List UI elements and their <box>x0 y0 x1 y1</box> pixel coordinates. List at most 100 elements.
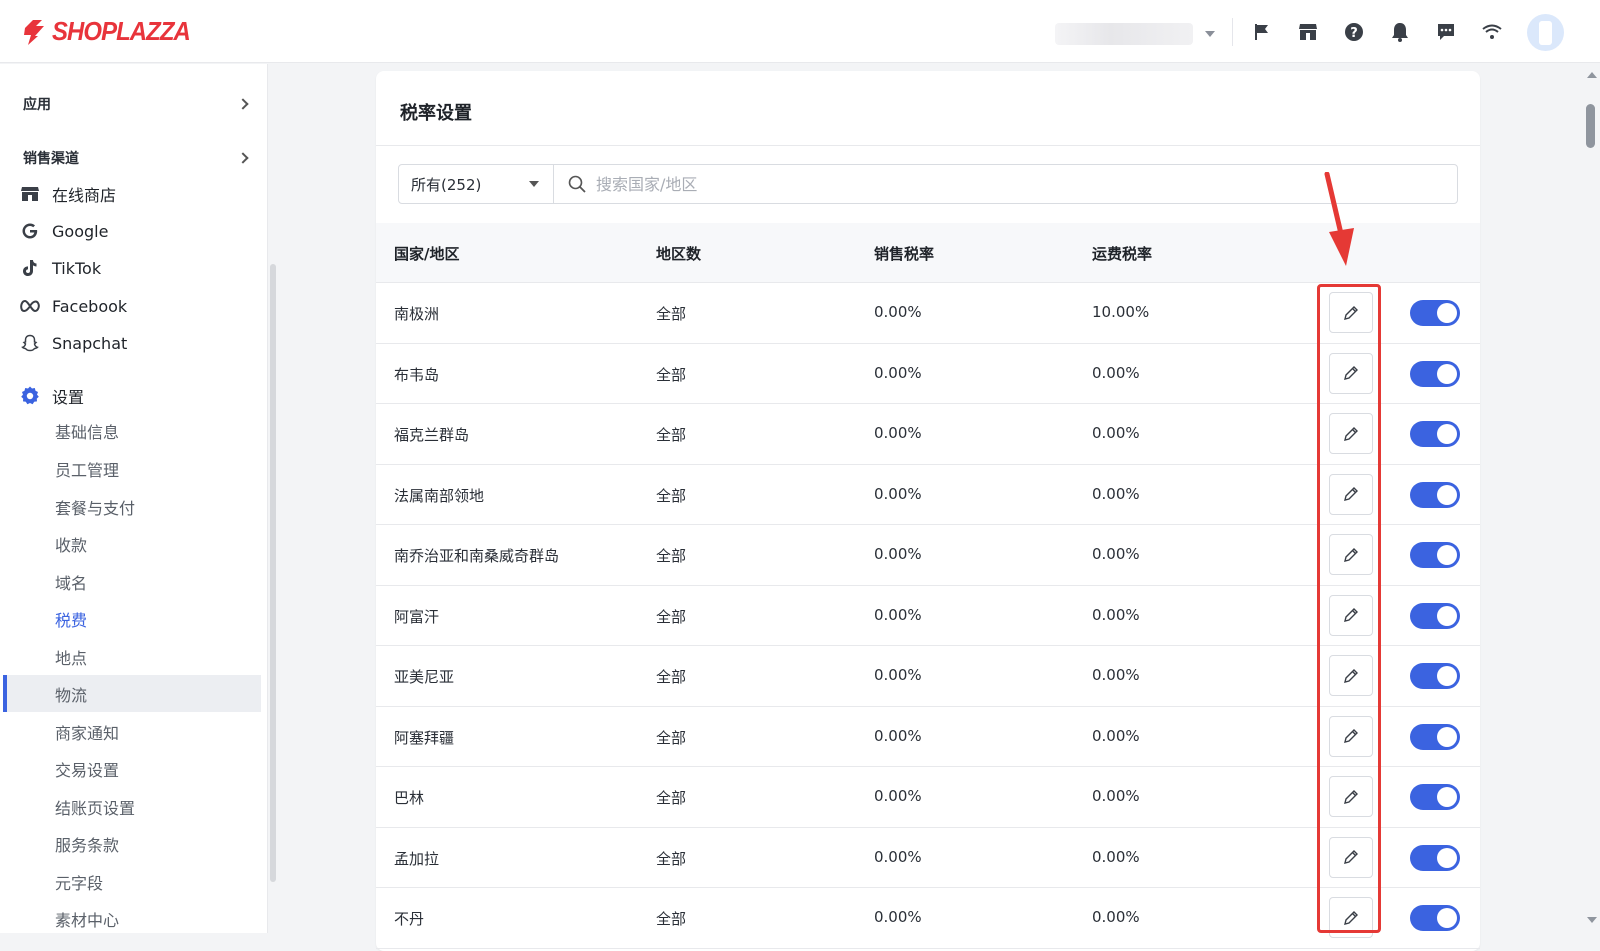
sidebar-item-tiktok[interactable]: TikTok <box>20 254 101 282</box>
cell-sales-tax: 0.00% <box>874 363 922 382</box>
cell-country: 阿富汗 <box>394 607 440 626</box>
cell-shipping-tax: 10.00% <box>1092 303 1150 321</box>
sidebar-section-sales-channels[interactable]: 销售渠道 <box>23 147 253 169</box>
sidebar-item-policies[interactable]: 服务条款 <box>55 834 119 858</box>
sidebar-section-apps[interactable]: 应用 <box>23 93 253 115</box>
logo-text: SHOPLAZZA <box>52 16 191 46</box>
message-icon[interactable] <box>1435 21 1457 43</box>
cell-country: 法属南部领地 <box>394 486 485 505</box>
cell-regions: 全部 <box>656 668 687 686</box>
enable-toggle[interactable] <box>1410 784 1460 810</box>
enable-toggle[interactable] <box>1410 300 1460 326</box>
enable-toggle[interactable] <box>1410 723 1460 750</box>
enable-toggle[interactable] <box>1410 844 1460 871</box>
sidebar: 应用 销售渠道 在线商店 Google TikTok Facebook Snap… <box>0 64 268 933</box>
shoplazza-logo[interactable]: SHOPLAZZA <box>22 16 202 47</box>
svg-text:?: ? <box>1350 26 1358 41</box>
cell-regions: 全部 <box>656 426 687 444</box>
bell-icon[interactable] <box>1389 21 1411 43</box>
cell-regions: 全部 <box>656 365 687 384</box>
sidebar-scrollbar[interactable] <box>270 264 276 882</box>
column-header-country: 国家/地区 <box>394 245 460 263</box>
sidebar-item-plan-billing[interactable]: 套餐与支付 <box>55 497 135 521</box>
cell-country: 阿塞拜疆 <box>394 728 455 747</box>
enable-toggle[interactable] <box>1410 542 1460 568</box>
enable-toggle[interactable] <box>1410 360 1460 387</box>
cell-country: 巴林 <box>394 789 425 807</box>
gear-icon <box>20 386 40 406</box>
sidebar-item-payments[interactable]: 收款 <box>55 534 87 558</box>
logo-mark-icon <box>24 19 44 45</box>
table-row: 法属南部领地 全部 0.00% 0.00% <box>376 465 1480 525</box>
store-switcher[interactable] <box>1055 22 1215 46</box>
cell-regions: 全部 <box>656 486 687 505</box>
chevron-right-icon <box>237 98 249 110</box>
country-filter-select[interactable]: 所有(252) <box>399 165 554 203</box>
enable-toggle[interactable] <box>1410 602 1460 629</box>
cell-country: 不丹 <box>394 910 425 928</box>
enable-toggle[interactable] <box>1410 905 1460 931</box>
cell-shipping-tax: 0.00% <box>1092 605 1140 624</box>
table-row: 巴林 全部 0.00% 0.00% <box>376 767 1480 828</box>
sidebar-item-checkout-page[interactable]: 结账页设置 <box>55 797 135 821</box>
sidebar-item-checkout-settings[interactable]: 交易设置 <box>55 759 119 783</box>
cell-sales-tax: 0.00% <box>874 847 922 866</box>
sidebar-item-assets[interactable]: 素材中心 <box>55 909 119 933</box>
snapchat-icon <box>20 333 40 353</box>
cell-regions: 全部 <box>656 728 687 747</box>
scrollbar-thumb[interactable] <box>1586 104 1595 148</box>
enable-toggle[interactable] <box>1410 663 1460 689</box>
flag-icon[interactable] <box>1251 21 1273 43</box>
table-row: 阿塞拜疆 全部 0.00% 0.00% <box>376 707 1480 767</box>
sidebar-item-metafields[interactable]: 元字段 <box>55 872 103 896</box>
chevron-down-icon <box>1205 31 1215 37</box>
help-icon[interactable]: ? <box>1343 21 1365 43</box>
sidebar-item-settings[interactable]: 设置 <box>20 382 84 410</box>
cell-shipping-tax: 0.00% <box>1092 847 1140 866</box>
sidebar-item-locations[interactable]: 地点 <box>55 647 87 671</box>
cell-sales-tax: 0.00% <box>874 545 922 563</box>
store-icon[interactable] <box>1297 21 1319 43</box>
sidebar-item-online-store[interactable]: 在线商店 <box>20 180 116 208</box>
cell-shipping-tax: 0.00% <box>1092 545 1140 563</box>
cell-sales-tax: 0.00% <box>874 726 922 745</box>
scroll-up-arrow-icon[interactable] <box>1587 72 1597 78</box>
main-scrollbar[interactable] <box>1582 64 1600 933</box>
cell-shipping-tax: 0.00% <box>1092 787 1140 805</box>
enable-toggle[interactable] <box>1410 481 1460 508</box>
sidebar-item-domains[interactable]: 域名 <box>55 572 87 596</box>
search-input[interactable] <box>596 174 1196 194</box>
divider <box>1232 18 1233 46</box>
cell-shipping-tax: 0.00% <box>1092 726 1140 745</box>
sidebar-item-taxes[interactable]: 税费 <box>55 609 87 633</box>
cell-regions: 全部 <box>656 789 687 807</box>
sidebar-item-staff[interactable]: 员工管理 <box>55 459 119 483</box>
cell-country: 亚美尼亚 <box>394 668 455 686</box>
cell-sales-tax: 0.00% <box>874 605 922 624</box>
sidebar-item-google[interactable]: Google <box>20 217 108 245</box>
sidebar-item-facebook[interactable]: Facebook <box>20 292 127 320</box>
chevron-right-icon <box>237 152 249 164</box>
sidebar-item-shipping[interactable]: 物流 <box>55 684 87 708</box>
cell-sales-tax: 0.00% <box>874 666 922 684</box>
cell-sales-tax: 0.00% <box>874 908 922 926</box>
cell-shipping-tax: 0.00% <box>1092 424 1140 442</box>
search-icon <box>568 175 586 193</box>
sidebar-item-notifications[interactable]: 商家通知 <box>55 722 119 746</box>
enable-toggle[interactable] <box>1410 421 1460 447</box>
cell-country: 南极洲 <box>394 305 440 323</box>
tax-table-body: 南极洲 全部 0.00% 10.00% 布韦岛 全部 0.00% 0.00% 福… <box>376 283 1480 949</box>
top-bar: SHOPLAZZA ? <box>0 0 1600 63</box>
cell-regions: 全部 <box>656 910 687 928</box>
cell-sales-tax: 0.00% <box>874 303 922 321</box>
caret-down-icon <box>529 181 539 187</box>
sidebar-item-basic-info[interactable]: 基础信息 <box>55 421 119 445</box>
avatar[interactable] <box>1527 14 1564 51</box>
store-name-redacted <box>1055 23 1193 45</box>
sidebar-item-snapchat[interactable]: Snapchat <box>20 329 127 357</box>
cell-shipping-tax: 0.00% <box>1092 484 1140 503</box>
scroll-down-arrow-icon[interactable] <box>1587 917 1597 923</box>
page-title: 税率设置 <box>400 103 472 124</box>
wifi-icon[interactable] <box>1481 21 1503 43</box>
table-row: 福克兰群岛 全部 0.00% 0.00% <box>376 404 1480 465</box>
